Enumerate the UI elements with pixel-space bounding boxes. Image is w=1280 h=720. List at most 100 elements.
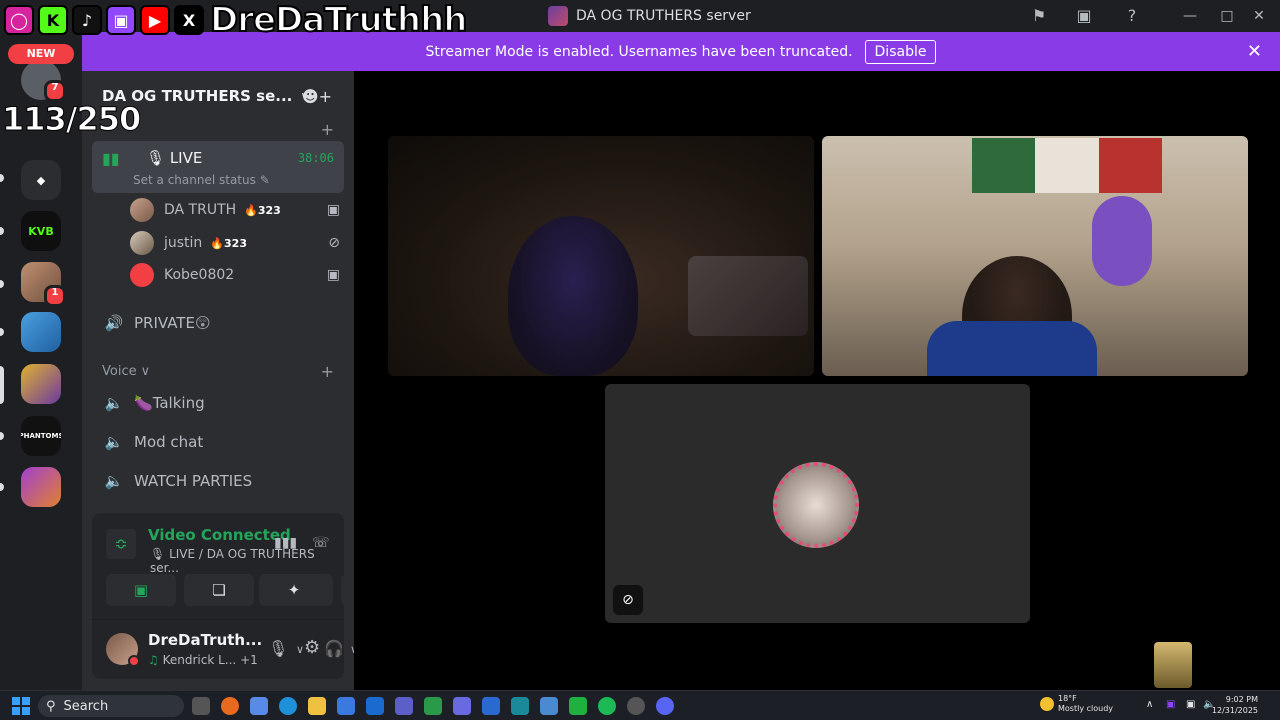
video-stage: ⊘: [354, 71, 1280, 690]
store-icon[interactable]: [337, 697, 355, 715]
channel-status-link[interactable]: Set a channel status ✎: [133, 173, 270, 187]
add-channel-icon[interactable]: +: [321, 120, 334, 139]
plush-toy: [1092, 196, 1152, 286]
soundboard-button[interactable]: ✦: [259, 574, 329, 606]
clock-time: 9:02 PM: [1225, 695, 1258, 704]
weather-widget[interactable]: 18°F Mostly cloudy: [1040, 694, 1113, 714]
minimize-button[interactable]: —: [1175, 4, 1205, 28]
video-tile[interactable]: [822, 136, 1248, 376]
discord-server-icon[interactable]: ◆: [21, 160, 61, 200]
network-icon[interactable]: ▣: [1186, 699, 1195, 710]
discord-icon[interactable]: [656, 697, 674, 715]
new-badge: NEW: [8, 44, 74, 64]
server-icon-purple[interactable]: [21, 467, 61, 507]
voice-user-row[interactable]: DA TRUTH 🔥323 ▣: [130, 195, 340, 225]
system-clock[interactable]: 9:02 PM 12/31/2025: [1212, 694, 1258, 716]
flag-icon[interactable]: ⚑: [1029, 6, 1049, 26]
close-icon[interactable]: ✕: [1247, 41, 1262, 62]
window-title-text: DA OG TRUTHERS server: [576, 8, 751, 24]
tiktok-icon: ♪: [72, 5, 102, 35]
participant-avatar: [773, 462, 859, 548]
status-text: Set a channel status: [133, 173, 256, 187]
server-thumbnail: [548, 6, 568, 26]
flame-count: 🔥323: [244, 204, 281, 217]
chevron-up-icon[interactable]: ∧: [1146, 699, 1153, 710]
connection-channel[interactable]: 🎙 LIVE / DA OG TRUTHERS ser...: [150, 547, 344, 575]
stream-watermark-logo: [1154, 642, 1192, 688]
category-voice[interactable]: Voice ∨ +: [102, 362, 334, 381]
headphones-icon[interactable]: 🎧: [324, 639, 344, 658]
search-label: Search: [63, 698, 109, 714]
channel-mod-chat[interactable]: 🔈 Mod chat: [92, 430, 344, 454]
spotify-icon[interactable]: [598, 697, 616, 715]
unread-pip: [0, 328, 4, 336]
help-icon[interactable]: ?: [1122, 6, 1142, 26]
camera-button[interactable]: ▣: [106, 574, 176, 606]
windows-start-icon[interactable]: [12, 697, 30, 715]
add-channel-icon[interactable]: +: [321, 362, 334, 381]
user-name[interactable]: DreDaTruth...: [148, 631, 262, 649]
task-view-icon[interactable]: [192, 697, 210, 715]
connection-status[interactable]: Video Connected: [148, 526, 291, 544]
app-icon[interactable]: [453, 697, 471, 715]
banner-text: Streamer Mode is enabled. Usernames have…: [425, 43, 853, 60]
outlook-icon[interactable]: [366, 697, 384, 715]
stream-counter: 113/250: [1, 100, 141, 139]
channel-talking[interactable]: 🔈 🍆 Talking: [92, 391, 344, 415]
channel-name: WATCH PARTIES: [134, 472, 253, 490]
connection-channel-text: LIVE / DA OG TRUTHERS ser...: [150, 547, 315, 575]
firefox-icon[interactable]: [221, 697, 239, 715]
unread-pip: [0, 483, 4, 491]
copilot-icon[interactable]: [250, 697, 268, 715]
close-window-button[interactable]: ✕: [1244, 4, 1274, 28]
screen-share-button[interactable]: ❏: [184, 574, 254, 606]
teams-icon[interactable]: [395, 697, 413, 715]
unread-badge: 1: [44, 285, 66, 307]
invite-people-icon[interactable]: ☻+: [302, 87, 332, 106]
edge-icon[interactable]: [279, 697, 297, 715]
disable-streamer-mode-button[interactable]: Disable: [864, 39, 937, 64]
channel-watch-parties[interactable]: 🔈 WATCH PARTIES: [92, 469, 344, 493]
kick-icon: K: [38, 5, 68, 35]
discord-window: DA OG TRUTHERS server ⚑ ▣ ? — □ ✕ ◯ K ♪ …: [0, 0, 1280, 720]
channel-live[interactable]: ▮▮ 🎙 LIVE 38:06 Set a channel status ✎: [92, 141, 344, 193]
maximize-button[interactable]: □: [1212, 4, 1242, 28]
channel-private[interactable]: 🔊 PRIVATE 😲: [92, 311, 344, 335]
connection-signal-icon[interactable]: ≎: [106, 529, 136, 559]
twitch-tray-icon[interactable]: ▣: [1166, 699, 1175, 710]
server-icon-avatar[interactable]: [21, 312, 61, 352]
bed-shape: [688, 256, 808, 336]
app-icon[interactable]: [627, 697, 645, 715]
app-icon[interactable]: [569, 697, 587, 715]
youtube-icon: ▶: [140, 5, 170, 35]
chevron-down-icon[interactable]: ∨: [296, 643, 304, 656]
video-tile-audio-only[interactable]: ⊘: [605, 384, 1030, 623]
flame-count-value: 323: [257, 203, 281, 217]
mic-off-icon[interactable]: ⊘: [613, 585, 643, 615]
unread-pip: [0, 174, 4, 182]
app-icon[interactable]: [482, 697, 500, 715]
unread-pip: [0, 227, 4, 235]
voice-user-row[interactable]: Kobe0802 ▣: [130, 260, 340, 290]
weather-icon: [1040, 697, 1054, 711]
disconnect-icon[interactable]: ☏: [312, 535, 330, 551]
inbox-icon[interactable]: ▣: [1074, 6, 1094, 26]
server-icon-da-og-truthers[interactable]: [21, 364, 61, 404]
app-icon[interactable]: [511, 697, 529, 715]
video-tile[interactable]: [388, 136, 814, 376]
settings-gear-icon[interactable]: ⚙: [304, 637, 320, 658]
voice-user-row[interactable]: justin 🔥323 ⊘: [130, 228, 340, 258]
mic-off-icon: ⊘: [328, 235, 340, 251]
mic-icon[interactable]: 🎙: [268, 639, 288, 658]
avatar: [130, 198, 154, 222]
noise-suppression-icon[interactable]: ▮▮▮: [274, 535, 297, 551]
xbox-icon[interactable]: [424, 697, 442, 715]
unread-badge: 7: [44, 80, 66, 102]
server-icon-phantoms[interactable]: PHANTOMS: [21, 416, 61, 456]
taskbar-search[interactable]: ⚲ Search: [38, 695, 184, 717]
file-explorer-icon[interactable]: [308, 697, 326, 715]
server-icon-kvb[interactable]: KVB: [21, 211, 61, 251]
voice-activity-icon: ▮▮: [102, 149, 120, 168]
app-icon[interactable]: [540, 697, 558, 715]
camera-icon: ▣: [326, 267, 340, 283]
